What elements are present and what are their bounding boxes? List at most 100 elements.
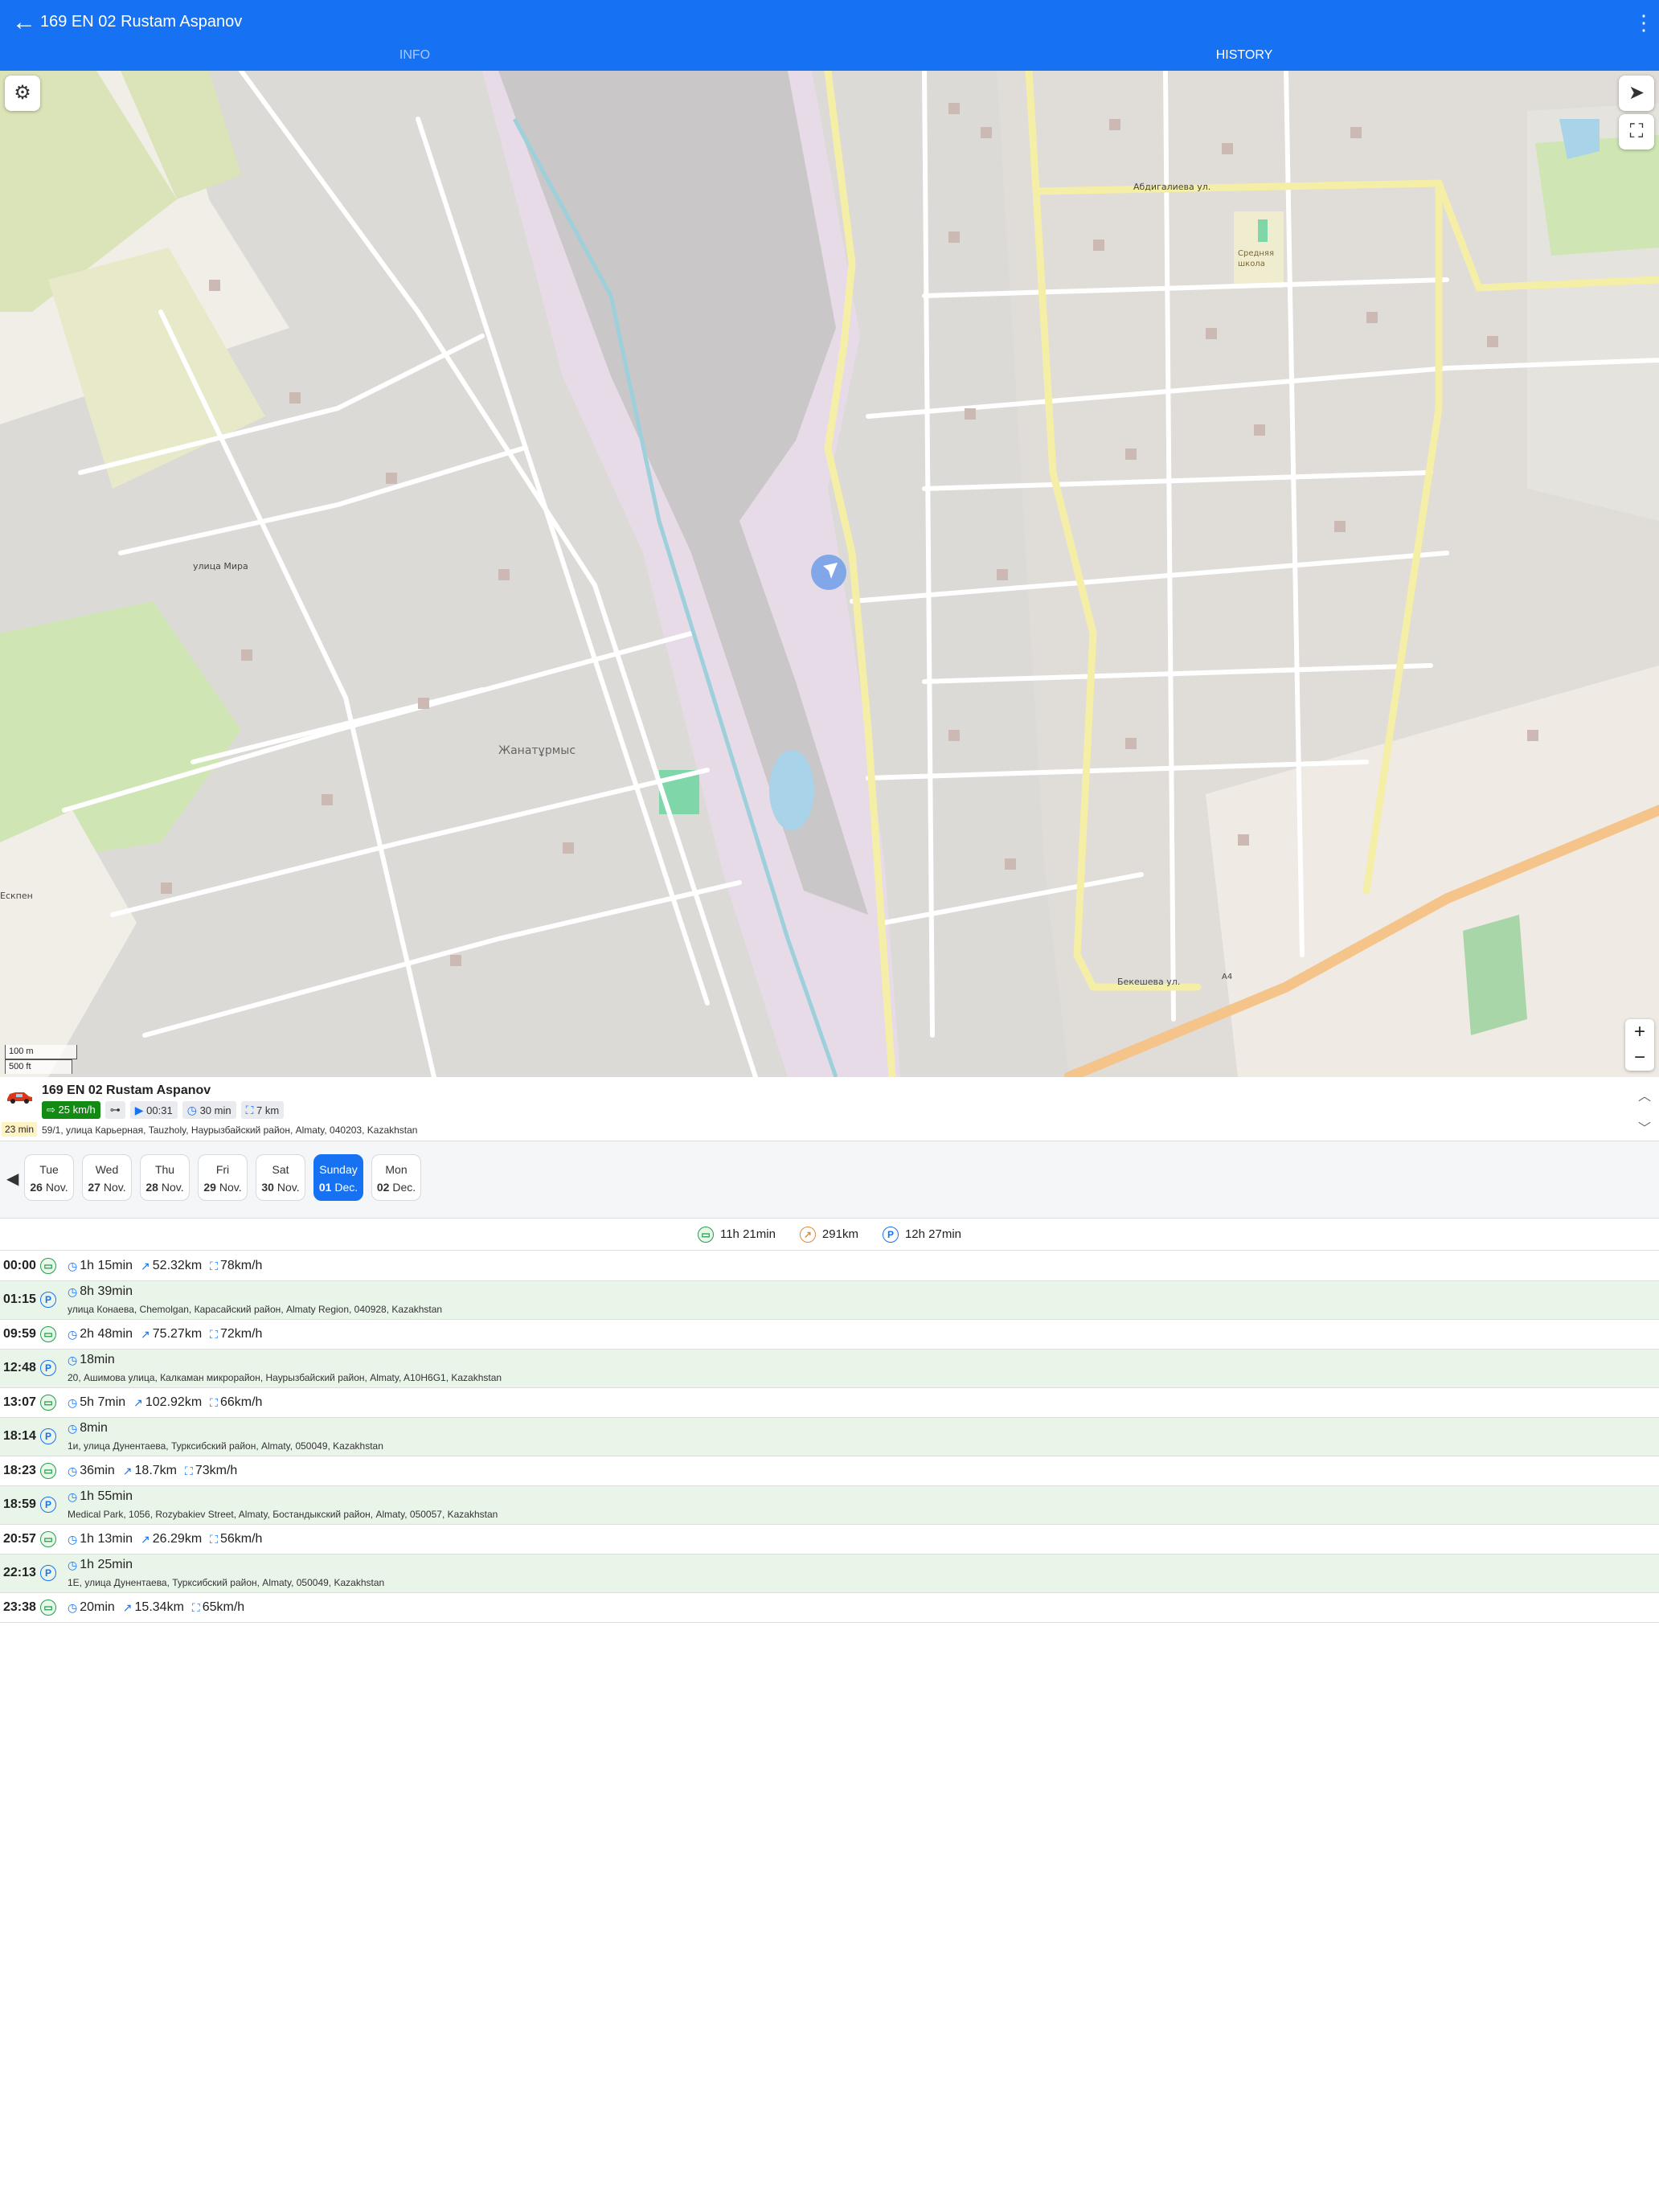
- stop-address: 1Е, улица Дунентаева, Турксибский район,…: [68, 1577, 385, 1588]
- history-list: 00:00 ▭ ◷ 1h 15min ↗ 52.32km ⛶ 78km/h 01:15 P ◷ 8h …: [0, 1251, 1659, 1623]
- map-label-village: Жанатұрмыс: [498, 744, 576, 757]
- speed-value: 25 km/h: [58, 1104, 96, 1116]
- vehicle-status-chips: ⇨ 25 km/h ⊶ ▶ 00:31 ◷ 30 min ⛶ 7 km: [42, 1101, 285, 1119]
- more-menu-icon[interactable]: ⋮: [1633, 8, 1654, 37]
- stop-address: Medical Park, 1056, Rozybakiev Street, A…: [68, 1509, 498, 1520]
- day-name: Fri: [215, 1163, 230, 1176]
- distance-icon: ↗: [122, 1600, 133, 1614]
- day-date: 26 Nov.: [30, 1181, 68, 1194]
- trip-row[interactable]: 13:07 ▭ ◷ 5h 7min ↗ 102.92km ⛶ 66km/h: [0, 1388, 1659, 1418]
- map-label-road-code: A4: [1222, 973, 1232, 981]
- summary-drive: 11h 21min: [719, 1227, 776, 1241]
- day-selector: ◀ Tue 26 Nov. Wed 27 Nov. Thu 28 Nov. Fri 29 No…: [0, 1141, 1659, 1219]
- row-time: 23:38: [3, 1600, 36, 1614]
- parking-icon: P: [40, 1497, 56, 1513]
- drive-icon: ▭: [40, 1600, 56, 1616]
- stop-stats: ◷ 8min: [68, 1421, 108, 1436]
- trip-stats: ◷ 36min ↗ 18.7km ⛶ 73km/h: [68, 1464, 237, 1478]
- scale-metric: 100 m: [5, 1045, 77, 1059]
- stop-row[interactable]: 01:15 P ◷ 8h 39min улица Конаева, Chemolgan,…: [0, 1281, 1659, 1320]
- row-time: 20:57: [3, 1532, 36, 1546]
- stop-duration: 1h 25min: [80, 1558, 133, 1571]
- clock-icon: ◷: [68, 1353, 78, 1366]
- distance-icon: ↗: [133, 1395, 143, 1409]
- tab-info[interactable]: INFO: [0, 45, 830, 69]
- trip-row[interactable]: 09:59 ▭ ◷ 2h 48min ↗ 75.27km ⛶ 72km/h: [0, 1320, 1659, 1350]
- stop-address: 1и, улица Дунентаева, Турксибский район,…: [68, 1440, 383, 1452]
- distance-icon: ↗: [141, 1327, 150, 1341]
- day-name: Mon: [385, 1163, 408, 1176]
- row-time: 09:59: [3, 1327, 36, 1341]
- locate-navigation-icon[interactable]: ➤: [1619, 76, 1654, 111]
- stop-stats: ◷ 18min: [68, 1353, 115, 1367]
- day-name: Thu: [154, 1163, 175, 1176]
- zoom-out-button[interactable]: −: [1625, 1045, 1654, 1071]
- svg-text:школа: школа: [1238, 260, 1265, 268]
- day-date: 30 Nov.: [261, 1181, 300, 1194]
- trip-distance: 102.92km: [145, 1395, 203, 1409]
- day-date: 27 Nov.: [88, 1181, 126, 1194]
- car-icon: [7, 1092, 32, 1104]
- day-fri[interactable]: Fri 29 Nov.: [198, 1154, 248, 1201]
- trip-row[interactable]: 18:23 ▭ ◷ 36min ↗ 18.7km ⛶ 73km/h: [0, 1456, 1659, 1486]
- trip-duration: 2h 48min: [80, 1327, 133, 1341]
- back-arrow-icon[interactable]: ←: [8, 6, 40, 39]
- play-icon: ▶: [134, 1104, 144, 1116]
- clock-icon: ◷: [68, 1259, 78, 1272]
- trip-distance: 52.32km: [152, 1259, 203, 1272]
- trip-row[interactable]: 20:57 ▭ ◷ 1h 13min ↗ 26.29km ⛶ 56km/h: [0, 1525, 1659, 1555]
- map-canvas: Жанатұрмыс Средняя школа Абдигалиева ул.…: [0, 71, 1659, 1077]
- day-tue[interactable]: Tue 26 Nov.: [24, 1154, 74, 1201]
- stop-row[interactable]: 22:13 P ◷ 1h 25min 1Е, улица Дунентаева, Тур…: [0, 1555, 1659, 1593]
- stop-row[interactable]: 18:14 P ◷ 8min 1и, улица Дунентаева, Турксиб…: [0, 1418, 1659, 1456]
- clock-icon: ◷: [68, 1421, 78, 1435]
- stop-address: улица Конаева, Chemolgan, Карасайский ра…: [68, 1304, 443, 1315]
- stop-row[interactable]: 12:48 P ◷ 18min 20, Ашимова улица, Калкаман …: [0, 1350, 1659, 1388]
- stop-duration: 1h 55min: [80, 1489, 133, 1503]
- map-label-eskpen: Ескпен: [0, 891, 33, 901]
- day-date: 01 Dec.: [318, 1181, 358, 1194]
- row-time: 18:14: [3, 1429, 36, 1443]
- stop-duration: 8h 39min: [80, 1284, 133, 1298]
- scale-imperial: 500 ft: [5, 1059, 72, 1074]
- speed-icon: ⛶: [191, 1600, 200, 1614]
- map-view[interactable]: Жанатұрмыс Средняя школа Абдигалиева ул.…: [0, 71, 1659, 1077]
- day-thu[interactable]: Thu 28 Nov.: [140, 1154, 190, 1201]
- clock-icon: ◷: [68, 1600, 78, 1614]
- clock-icon: ◷: [68, 1327, 78, 1341]
- trip-max-speed: 78km/h: [219, 1259, 263, 1272]
- distance-icon: ↗: [799, 1226, 816, 1243]
- fullscreen-icon[interactable]: ⛶: [1619, 114, 1654, 150]
- chevron-down-icon[interactable]: ﹀: [1638, 1117, 1651, 1137]
- app-bar: ← 169 EN 02 Rustam Aspanov ⋮ INFO HISTOR…: [0, 0, 1659, 71]
- day-date: 28 Nov.: [145, 1181, 184, 1194]
- chevron-up-icon[interactable]: ︿: [1638, 1085, 1651, 1104]
- trip-distance: 75.27km: [152, 1327, 203, 1341]
- vehicle-info-panel[interactable]: 23 min 169 EN 02 Rustam Aspanov ⇨ 25 km/…: [0, 1077, 1659, 1141]
- day-wed[interactable]: Wed 27 Nov.: [82, 1154, 132, 1201]
- key-ignition-icon: ⊶: [104, 1101, 125, 1119]
- day-mon[interactable]: Mon 02 Dec.: [371, 1154, 421, 1201]
- map-label-abdigalieva: Абдигалиева ул.: [1133, 182, 1210, 192]
- distance-icon: ↗: [141, 1259, 150, 1272]
- day-sunday[interactable]: Sunday 01 Dec.: [313, 1154, 363, 1201]
- trip-stats: ◷ 1h 15min ↗ 52.32km ⛶ 78km/h: [68, 1259, 262, 1273]
- distance-icon: ↗: [141, 1532, 150, 1546]
- tab-history[interactable]: HISTORY: [830, 45, 1659, 69]
- row-time: 22:13: [3, 1566, 36, 1579]
- trip-duration: 5h 7min: [80, 1395, 126, 1409]
- map-settings-gear-icon[interactable]: ⚙: [5, 76, 40, 111]
- speed-icon: ⛶: [210, 1259, 218, 1272]
- stop-stats: ◷ 8h 39min: [68, 1284, 133, 1299]
- trip-row[interactable]: 00:00 ▭ ◷ 1h 15min ↗ 52.32km ⛶ 78km/h: [0, 1251, 1659, 1281]
- row-time: 13:07: [3, 1395, 36, 1409]
- trip-row[interactable]: 23:38 ▭ ◷ 20min ↗ 15.34km ⛶ 65km/h: [0, 1593, 1659, 1623]
- zoom-in-button[interactable]: +: [1625, 1019, 1654, 1045]
- trip-stats: ◷ 20min ↗ 15.34km ⛶ 65km/h: [68, 1600, 244, 1615]
- day-sat[interactable]: Sat 30 Nov.: [256, 1154, 305, 1201]
- stop-row[interactable]: 18:59 P ◷ 1h 55min Medical Park, 1056, Rozyb…: [0, 1486, 1659, 1525]
- summary-distance: 291km: [821, 1227, 858, 1241]
- previous-days-arrow-icon[interactable]: ◀: [6, 1169, 18, 1189]
- stop-duration: 8min: [80, 1421, 108, 1435]
- last-update-age: 23 min: [2, 1122, 38, 1137]
